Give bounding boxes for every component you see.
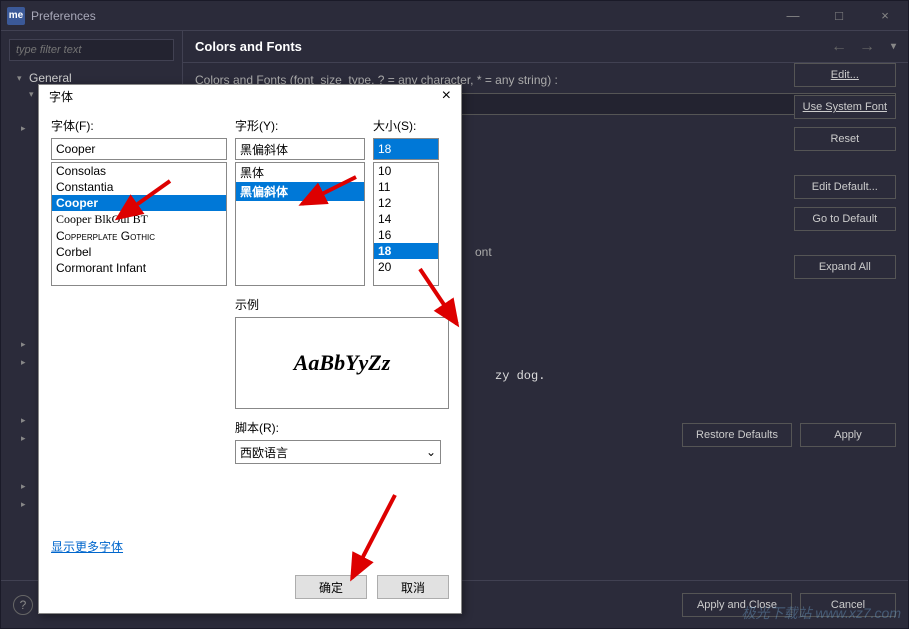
size-option[interactable]: 16 bbox=[374, 227, 438, 243]
nav-back-icon[interactable]: ← bbox=[831, 38, 847, 56]
size-option-selected[interactable]: 18 bbox=[374, 243, 438, 259]
font-listbox[interactable]: Consolas Constantia Cooper Cooper BlkOul… bbox=[51, 162, 227, 286]
dialog-footer: 确定 取消 bbox=[39, 565, 461, 613]
show-more-fonts-link[interactable]: 显示更多字体 bbox=[51, 540, 123, 554]
dialog-close-icon[interactable]: × bbox=[442, 87, 451, 105]
use-system-font-button[interactable]: Use System Font bbox=[794, 95, 896, 119]
size-option[interactable]: 10 bbox=[374, 163, 438, 179]
font-input[interactable] bbox=[51, 138, 227, 160]
dialog-titlebar: 字体 × bbox=[39, 85, 461, 107]
edit-default-button[interactable]: Edit Default... bbox=[794, 175, 896, 199]
filter-input[interactable] bbox=[9, 39, 174, 61]
size-option[interactable]: 14 bbox=[374, 211, 438, 227]
size-option[interactable]: 11 bbox=[374, 179, 438, 195]
edit-button[interactable]: Edit... bbox=[794, 63, 896, 87]
minimize-button[interactable]: — bbox=[770, 1, 816, 31]
preview-sample-text: zy dog. bbox=[495, 369, 896, 383]
font-option[interactable]: Cooper BlkOul BT bbox=[52, 211, 226, 228]
menu-chevron-icon[interactable]: ▾ bbox=[891, 41, 896, 52]
font-option[interactable]: Consolas bbox=[52, 163, 226, 179]
font-option-selected[interactable]: Cooper bbox=[52, 195, 226, 211]
content-header: Colors and Fonts ← → ▾ bbox=[183, 31, 908, 63]
watermark: 极光下载站 www.xz7.com bbox=[742, 603, 901, 623]
style-option[interactable]: 黑体 bbox=[236, 163, 364, 182]
font-option[interactable]: Copperplate Gothic bbox=[52, 228, 226, 244]
sample-label: 示例 bbox=[235, 296, 449, 313]
script-area: 脚本(R): 西欧语言 ⌄ bbox=[235, 419, 449, 464]
script-value: 西欧语言 bbox=[240, 444, 288, 461]
help-icon[interactable]: ? bbox=[13, 595, 33, 615]
sample-box: AaBbYyZz bbox=[235, 317, 449, 409]
style-option-selected[interactable]: 黑偏斜体 bbox=[236, 182, 364, 201]
ok-button[interactable]: 确定 bbox=[295, 575, 367, 599]
size-listbox[interactable]: 10 11 12 14 16 18 20 bbox=[373, 162, 439, 286]
reset-button[interactable]: Reset bbox=[794, 127, 896, 151]
tree-label: General bbox=[29, 71, 72, 85]
app-icon: me bbox=[7, 7, 25, 25]
cancel-button[interactable]: 取消 bbox=[377, 575, 449, 599]
font-option[interactable]: Corbel bbox=[52, 244, 226, 260]
font-dialog: 字体 × 字体(F): Consolas Constantia Cooper C… bbox=[38, 84, 462, 614]
font-option[interactable]: Cormorant Infant bbox=[52, 260, 226, 276]
apply-button[interactable]: Apply bbox=[800, 423, 896, 447]
script-label: 脚本(R): bbox=[235, 419, 449, 436]
script-select[interactable]: 西欧语言 ⌄ bbox=[235, 440, 441, 464]
page-title: Colors and Fonts bbox=[195, 39, 302, 54]
titlebar: me Preferences — □ × bbox=[1, 1, 908, 31]
expand-all-button[interactable]: Expand All bbox=[794, 255, 896, 279]
sample-text: AaBbYyZz bbox=[294, 350, 391, 376]
size-label: 大小(S): bbox=[373, 117, 439, 134]
font-label: 字体(F): bbox=[51, 117, 227, 134]
window-title: Preferences bbox=[31, 9, 770, 23]
size-option[interactable]: 20 bbox=[374, 259, 438, 275]
style-input[interactable] bbox=[235, 138, 365, 160]
size-input[interactable] bbox=[373, 138, 439, 160]
go-to-default-button[interactable]: Go to Default bbox=[794, 207, 896, 231]
close-button[interactable]: × bbox=[862, 1, 908, 31]
style-label: 字形(Y): bbox=[235, 117, 365, 134]
chevron-down-icon: ⌄ bbox=[426, 445, 436, 459]
sample-area: 示例 AaBbYyZz bbox=[235, 296, 449, 409]
style-listbox[interactable]: 黑体 黑偏斜体 bbox=[235, 162, 365, 286]
window-controls: — □ × bbox=[770, 1, 908, 31]
chevron-down-icon: ▾ bbox=[17, 73, 29, 84]
dialog-title: 字体 bbox=[49, 88, 442, 105]
maximize-button[interactable]: □ bbox=[816, 1, 862, 31]
side-buttons: Edit... Use System Font Reset Edit Defau… bbox=[794, 63, 896, 279]
dialog-body: 字体(F): Consolas Constantia Cooper Cooper… bbox=[39, 107, 461, 565]
more-fonts: 显示更多字体 bbox=[51, 538, 449, 555]
nav-forward-icon[interactable]: → bbox=[859, 38, 875, 56]
size-option[interactable]: 12 bbox=[374, 195, 438, 211]
restore-defaults-button[interactable]: Restore Defaults bbox=[682, 423, 792, 447]
font-option[interactable]: Constantia bbox=[52, 179, 226, 195]
